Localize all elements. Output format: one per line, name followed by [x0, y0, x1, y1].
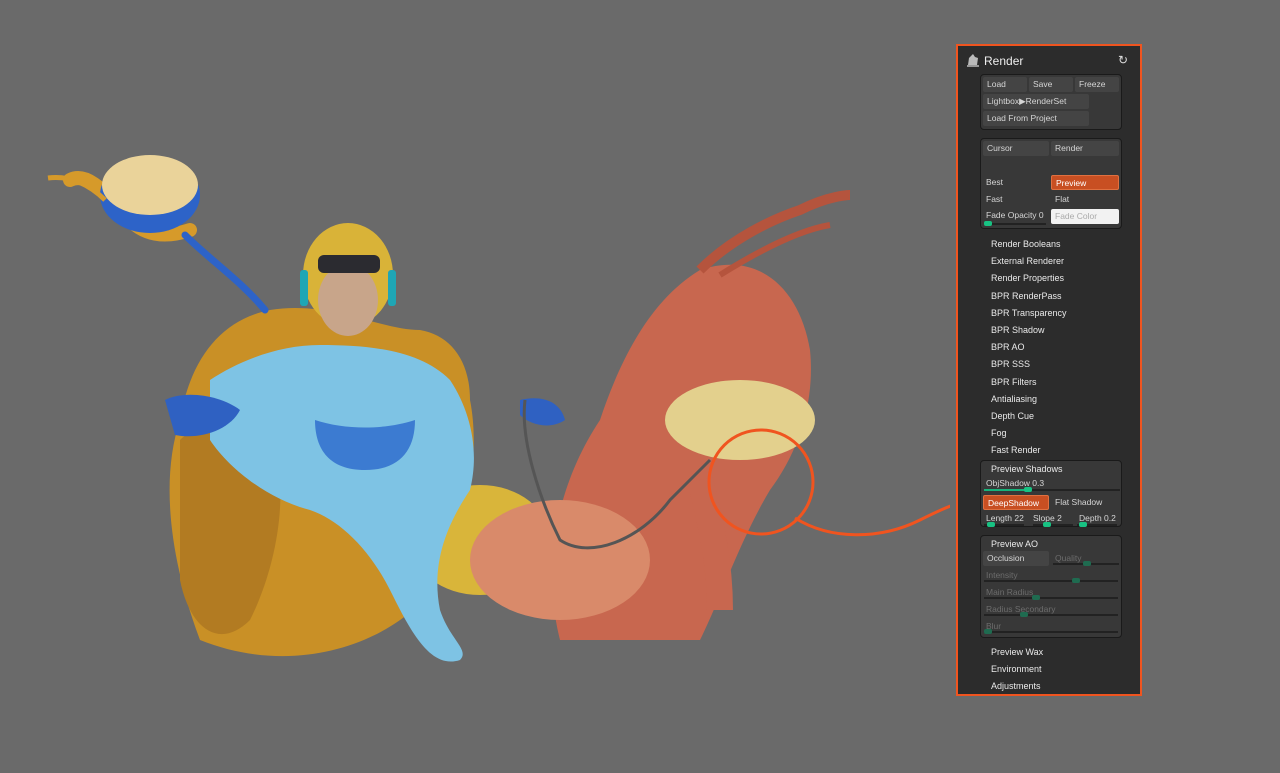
intensity-label: Intensity: [986, 570, 1018, 580]
objshadow-label[interactable]: ObjShadow 0.3: [986, 478, 1044, 488]
panel-header: Render ↻: [958, 50, 1140, 72]
menu-item-external-renderer[interactable]: External Renderer: [991, 256, 1064, 266]
flat-shadow-option[interactable]: Flat Shadow: [1055, 497, 1102, 507]
menu-item-bpr-shadow[interactable]: BPR Shadow: [991, 325, 1045, 335]
reset-icon[interactable]: ↻: [1118, 53, 1132, 67]
preview-button[interactable]: Preview: [1051, 175, 1119, 190]
length-slider[interactable]: [984, 522, 1024, 527]
fade-opacity-label[interactable]: Fade Opacity 0: [986, 210, 1044, 220]
menu-item-depth-cue[interactable]: Depth Cue: [991, 411, 1034, 421]
render-button[interactable]: Render: [1051, 141, 1119, 156]
fade-opacity-slider[interactable]: [984, 221, 1046, 226]
menu-item-environment[interactable]: Environment: [991, 664, 1042, 674]
fade-color-swatch[interactable]: Fade Color: [1051, 209, 1119, 224]
sculpt-render: [47, 155, 950, 662]
menu-item-bpr-renderpass[interactable]: BPR RenderPass: [991, 291, 1062, 301]
menu-item-fog[interactable]: Fog: [991, 428, 1007, 438]
menu-item-bpr-ao[interactable]: BPR AO: [991, 342, 1025, 352]
quality-slider: [1053, 561, 1119, 566]
depth-slider[interactable]: [1077, 522, 1117, 527]
viewport-canvas[interactable]: [0, 0, 950, 773]
load-from-project-button[interactable]: Load From Project: [983, 111, 1089, 126]
fast-option[interactable]: Fast: [986, 194, 1003, 204]
menu-item-fast-render[interactable]: Fast Render: [991, 445, 1041, 455]
menu-item-antialiasing[interactable]: Antialiasing: [991, 394, 1037, 404]
preview-ao-title[interactable]: Preview AO: [991, 539, 1038, 549]
menu-item-preview-wax[interactable]: Preview Wax: [991, 647, 1043, 657]
cursor-button[interactable]: Cursor: [983, 141, 1049, 156]
objshadow-slider[interactable]: [984, 487, 1120, 492]
lightbox-renderset-button[interactable]: Lightbox▶RenderSet: [983, 94, 1089, 109]
file-group: Load Save Freeze Lightbox▶RenderSet Load…: [980, 74, 1122, 130]
main-radius-slider: [984, 595, 1118, 600]
best-option[interactable]: Best: [986, 177, 1003, 187]
preview-ao-group: Preview AO Occlusion Quality Intensity M…: [980, 535, 1122, 638]
save-button[interactable]: Save: [1029, 77, 1073, 92]
menu-item-adjustments[interactable]: Adjustments: [991, 681, 1041, 691]
render-mode-group: Cursor Render Best Preview Fast Flat Fad…: [980, 138, 1122, 229]
menu-item-bpr-filters[interactable]: BPR Filters: [991, 377, 1037, 387]
menu-item-render-booleans[interactable]: Render Booleans: [991, 239, 1061, 249]
deepshadow-button[interactable]: DeepShadow: [983, 495, 1049, 510]
menu-item-render-properties[interactable]: Render Properties: [991, 273, 1064, 283]
radius-secondary-slider: [984, 612, 1118, 617]
load-button[interactable]: Load: [983, 77, 1027, 92]
callout-line: [794, 504, 950, 537]
freeze-button[interactable]: Freeze: [1075, 77, 1119, 92]
occlusion-button[interactable]: Occlusion: [983, 551, 1049, 566]
render-teapot-icon: [967, 54, 979, 67]
slope-slider[interactable]: [1033, 522, 1073, 527]
render-panel: Render ↻ Load Save Freeze Lightbox▶Rende…: [956, 44, 1142, 696]
blur-slider: [984, 629, 1118, 634]
flat-option[interactable]: Flat: [1055, 194, 1069, 204]
intensity-slider: [984, 578, 1118, 583]
preview-shadows-title[interactable]: Preview Shadows: [991, 464, 1063, 474]
menu-item-bpr-transparency[interactable]: BPR Transparency: [991, 308, 1067, 318]
menu-item-bpr-sss[interactable]: BPR SSS: [991, 359, 1030, 369]
preview-shadows-group: Preview Shadows ObjShadow 0.3 DeepShadow…: [980, 460, 1122, 527]
quality-label: Quality: [1055, 553, 1082, 563]
main-radius-label: Main Radius: [986, 587, 1034, 597]
panel-title[interactable]: Render: [984, 54, 1023, 68]
